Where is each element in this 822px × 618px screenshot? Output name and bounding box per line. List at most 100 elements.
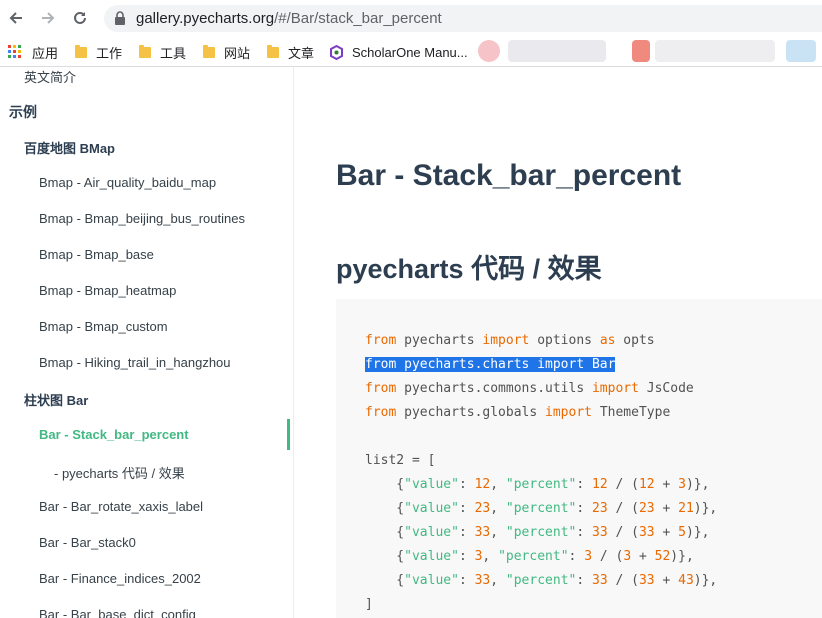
code-line-row: {"value": 33, "percent": 33 / (33 + 43)}… bbox=[365, 573, 718, 588]
code-token: from bbox=[365, 333, 397, 348]
code-token: as bbox=[599, 333, 616, 348]
code-number: 33 bbox=[474, 573, 491, 588]
sidebar-item-english-intro[interactable]: 英文简介 bbox=[24, 67, 76, 86]
code-line-2-selected: from pyecharts.charts import Bar bbox=[365, 355, 616, 375]
code-number: 12 bbox=[638, 477, 655, 492]
code-number: 3 bbox=[623, 549, 632, 564]
main-content: Bar - Stack_bar_percent pyecharts 代码 / 效… bbox=[294, 67, 822, 618]
code-line-4: from pyecharts.globals import ThemeType bbox=[365, 403, 670, 423]
blurred-bookmark[interactable] bbox=[632, 40, 650, 62]
browser-toolbar: gallery.pyecharts.org/#/Bar/stack_bar_pe… bbox=[0, 0, 822, 37]
code-number: 3 bbox=[474, 549, 483, 564]
bookmark-scholarone[interactable]: ScholarOne Manu... bbox=[329, 42, 468, 62]
address-bar[interactable]: gallery.pyecharts.org/#/Bar/stack_bar_pe… bbox=[104, 5, 822, 32]
folder-icon bbox=[139, 44, 151, 58]
reload-button[interactable] bbox=[69, 7, 91, 29]
back-button[interactable] bbox=[5, 7, 27, 29]
sidebar-item-rotate-xaxis[interactable]: Bar - Bar_rotate_xaxis_label bbox=[39, 499, 203, 514]
code-number: 52 bbox=[654, 549, 671, 564]
lock-icon bbox=[115, 11, 125, 25]
code-line-row: {"value": 3, "percent": 3 / (3 + 52)}, bbox=[365, 549, 694, 564]
code-token: import bbox=[482, 333, 530, 348]
code-string: "percent" bbox=[498, 549, 569, 564]
sidebar-item-hiking-trail[interactable]: Bmap - Hiking_trail_in_hangzhou bbox=[39, 355, 231, 370]
code-token: import bbox=[591, 381, 639, 396]
forward-button[interactable] bbox=[37, 7, 59, 29]
code-token: JsCode bbox=[638, 381, 694, 396]
folder-icon bbox=[75, 44, 87, 58]
code-line-row: {"value": 12, "percent": 12 / (12 + 3)}, bbox=[365, 477, 710, 492]
sidebar-group-examples[interactable]: 示例 bbox=[9, 102, 37, 122]
code-number: 43 bbox=[678, 573, 694, 588]
code-token: import bbox=[545, 405, 592, 420]
sidebar-item-bar-stack0[interactable]: Bar - Bar_stack0 bbox=[39, 535, 136, 550]
sidebar-item-bar-base-dict[interactable]: Bar - Bar_base_dict_config bbox=[39, 607, 196, 618]
bookmark-label: 工具 bbox=[160, 45, 187, 61]
blurred-bookmark[interactable] bbox=[478, 40, 500, 62]
sidebar-section-bmap[interactable]: 百度地图 BMap bbox=[24, 138, 115, 157]
code-line-1: from pyecharts import options as opts bbox=[365, 331, 655, 351]
code-token: options bbox=[529, 333, 600, 348]
code-number: 23 bbox=[592, 501, 608, 516]
sidebar-item-finance-indices[interactable]: Bar - Finance_indices_2002 bbox=[39, 571, 201, 586]
sidebar-item-bus-routines[interactable]: Bmap - Bmap_beijing_bus_routines bbox=[39, 211, 245, 226]
sidebar-item-bmap-base[interactable]: Bmap - Bmap_base bbox=[39, 247, 154, 262]
back-arrow-icon bbox=[9, 12, 22, 24]
code-token: from bbox=[365, 405, 397, 420]
bookmark-apps[interactable]: 应用 bbox=[8, 42, 58, 62]
url-path: /#/Bar/stack_bar_percent bbox=[274, 10, 442, 27]
code-token: pyecharts bbox=[396, 333, 483, 348]
bookmark-folder-tools[interactable]: 工具 bbox=[139, 42, 186, 62]
code-line-list-close: ] bbox=[365, 597, 373, 612]
blurred-bookmark[interactable] bbox=[786, 40, 816, 62]
code-number: 3 bbox=[678, 477, 686, 492]
code-string: "percent" bbox=[505, 477, 577, 492]
code-token: pyecharts.globals bbox=[396, 405, 546, 420]
code-number: 33 bbox=[592, 525, 608, 540]
reload-icon bbox=[74, 11, 86, 24]
sidebar-item-stack-bar-percent[interactable]: Bar - Stack_bar_percent bbox=[39, 427, 189, 442]
code-line-list-open: list2 = [ bbox=[365, 453, 436, 468]
code-line-row: {"value": 33, "percent": 33 / (33 + 5)}, bbox=[365, 525, 710, 540]
code-string: "value" bbox=[404, 549, 459, 564]
bookmark-label: ScholarOne Manu... bbox=[352, 44, 468, 60]
bookmark-label: 文章 bbox=[288, 45, 315, 61]
code-string: "value" bbox=[404, 573, 459, 588]
bookmark-folder-sites[interactable]: 网站 bbox=[203, 42, 250, 62]
code-string: "percent" bbox=[505, 573, 577, 588]
sidebar-subitem-code-effect[interactable]: - pyecharts 代码 / 效果 bbox=[54, 463, 185, 482]
code-string: "value" bbox=[404, 501, 459, 516]
code-number: 21 bbox=[678, 501, 694, 516]
code-number: 3 bbox=[584, 549, 593, 564]
url-text: gallery.pyecharts.org/#/Bar/stack_bar_pe… bbox=[136, 10, 442, 27]
section-heading: pyecharts 代码 / 效果 bbox=[336, 254, 602, 284]
code-string: "percent" bbox=[505, 501, 577, 516]
folder-icon bbox=[203, 44, 215, 58]
blurred-bookmark[interactable] bbox=[655, 40, 775, 62]
code-line-row: {"value": 23, "percent": 23 / (23 + 21)}… bbox=[365, 501, 718, 516]
code-number: 33 bbox=[638, 573, 655, 588]
blurred-bookmark[interactable] bbox=[508, 40, 606, 62]
code-number: 23 bbox=[638, 501, 655, 516]
code-number: 12 bbox=[474, 477, 491, 492]
bookmark-folder-articles[interactable]: 文章 bbox=[267, 42, 314, 62]
code-block[interactable]: from pyecharts import options as opts fr… bbox=[336, 299, 822, 618]
sidebar-item-bmap-custom[interactable]: Bmap - Bmap_custom bbox=[39, 319, 168, 334]
bookmarks-bar: 应用 工作 工具 网站 文章 ScholarOne Manu... bbox=[0, 37, 822, 67]
page-title: Bar - Stack_bar_percent bbox=[336, 159, 682, 192]
bookmark-label: 应用 bbox=[32, 45, 59, 61]
sidebar-section-bar[interactable]: 柱状图 Bar bbox=[24, 390, 88, 409]
sidebar-nav: 英文简介 示例 百度地图 BMap Bmap - Air_quality_bai… bbox=[0, 67, 294, 618]
bookmark-folder-work[interactable]: 工作 bbox=[75, 42, 122, 62]
apps-grid-icon bbox=[8, 45, 21, 58]
selected-text: from pyecharts.charts import Bar bbox=[365, 357, 616, 372]
code-number: 5 bbox=[678, 525, 686, 540]
folder-icon bbox=[267, 44, 279, 58]
code-token: opts bbox=[615, 333, 655, 348]
sidebar-item-air-quality[interactable]: Bmap - Air_quality_baidu_map bbox=[39, 175, 216, 190]
code-token: ThemeType bbox=[592, 405, 671, 420]
scholarone-icon bbox=[330, 44, 343, 60]
sidebar-item-bmap-heatmap[interactable]: Bmap - Bmap_heatmap bbox=[39, 283, 176, 298]
code-number: 33 bbox=[592, 573, 608, 588]
code-number: 33 bbox=[638, 525, 655, 540]
